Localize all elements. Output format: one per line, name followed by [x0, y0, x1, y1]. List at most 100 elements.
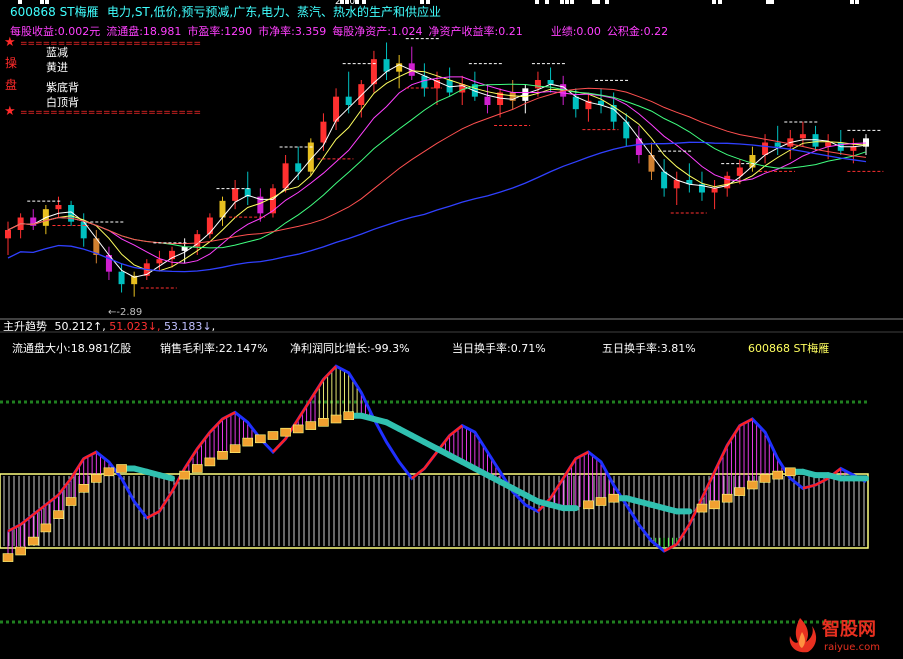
candle-body: [118, 271, 125, 285]
step-block: [343, 411, 354, 421]
candle-body: [421, 75, 428, 89]
step-block: [709, 500, 720, 510]
indicator-lines: [7, 364, 869, 553]
trend-line-red: [208, 418, 224, 434]
star-icon: ★: [4, 104, 16, 119]
info-stock-name: 600868 ST梅雁: [748, 342, 830, 355]
top-marker: [766, 0, 770, 4]
candle-body: [206, 217, 213, 235]
candle-body: [547, 80, 554, 85]
trend-line-red: [83, 450, 97, 460]
trend-line-red: [221, 411, 236, 421]
trend-line-red: [575, 450, 589, 460]
trend-line-red: [309, 378, 325, 400]
step-block: [583, 500, 594, 510]
step-block: [91, 474, 102, 483]
trend-line-red: [713, 444, 729, 473]
top-marker: [855, 0, 859, 4]
candle-body: [673, 180, 680, 189]
fundamental-item: 每股收益:0.002元: [10, 25, 101, 38]
info-profit-growth: 净利润同比增长:-99.3%: [290, 342, 410, 355]
step-block: [747, 480, 758, 490]
indicator-value-2: 51.023: [109, 320, 148, 333]
indicator-value-1: 50.212: [54, 320, 94, 333]
top-marker-row: [18, 0, 859, 4]
step-block: [2, 553, 14, 562]
info-daily-turnover: 当日换手率:0.71%: [452, 342, 546, 355]
step-block: [255, 434, 266, 444]
trend-line-red: [726, 424, 741, 447]
top-marker: [565, 0, 569, 4]
info-float-shares: 流通盘大小:18.981亿股: [12, 342, 132, 355]
fundamental-item: 业绩:0.00: [550, 25, 601, 38]
candle-body: [295, 163, 302, 172]
step-block: [27, 536, 39, 546]
step-block: [53, 510, 64, 520]
top-marker: [570, 0, 574, 4]
top-marker: [40, 0, 44, 4]
top-marker: [535, 0, 539, 4]
candle-body: [320, 121, 327, 143]
candle-body: [711, 188, 718, 193]
indicator-panel: [0, 364, 869, 624]
step-block: [15, 546, 26, 556]
step-block: [721, 493, 733, 503]
step-block: [696, 503, 708, 513]
candle-body: [5, 230, 11, 239]
fundamental-item: 市盈率:1290: [187, 25, 253, 38]
legend-separator-bottom: ========================: [20, 108, 201, 118]
candle-body: [358, 84, 365, 105]
slow-moving-average: [7, 141, 867, 273]
top-marker: [426, 0, 430, 4]
step-block: [217, 450, 228, 460]
step-block: [608, 493, 619, 503]
fundamentals-row: 每股收益:0.002元 流通盘:18.981 市盈率:1290 市净率:3.359 每股…: [10, 25, 674, 38]
watermark-cn: 智股网: [822, 619, 876, 640]
top-marker: [596, 0, 600, 4]
top-marker: [718, 0, 722, 4]
down-arrow-icon: ↓: [202, 320, 212, 333]
step-block: [78, 483, 90, 493]
trend-line-red: [272, 437, 287, 453]
trend-line-red: [739, 417, 754, 427]
band-hatch: [3, 476, 865, 546]
indicator-value-3: 53.183: [163, 320, 203, 333]
step-block: [305, 421, 317, 430]
step-block: [330, 414, 342, 424]
fundamental-item: 每股净资产:1.024: [332, 25, 423, 38]
concept-tags: 电力,ST,低价,预亏预减,广东,电力、蒸汽、热水的生产和供应业: [107, 5, 442, 19]
stock-code-name: 600868 ST梅雁: [10, 5, 99, 19]
star-icon: ★: [4, 35, 16, 50]
watermark-en: raiyue.com: [824, 642, 880, 653]
trend-line-red: [562, 457, 577, 480]
top-marker: [560, 0, 564, 4]
top-marker: [605, 0, 609, 4]
legend-item-blue: 蓝减: [46, 46, 68, 59]
candle-body: [484, 96, 491, 105]
step-block: [103, 467, 115, 477]
trend-line-red: [549, 477, 565, 499]
candles-group: [5, 42, 869, 297]
top-marker: [545, 0, 549, 4]
top-marker: [45, 0, 49, 4]
low-price-annotation: ←-2.89: [108, 307, 143, 318]
step-block: [242, 437, 254, 447]
step-block: [280, 427, 291, 437]
step-block: [116, 464, 127, 473]
trend-line-red: [448, 424, 464, 437]
fundamental-item: 流通盘:18.981: [106, 25, 182, 38]
price-panel: [5, 38, 884, 297]
top-marker: [362, 0, 366, 4]
signal-line-teal: [156, 472, 176, 482]
step-block: [179, 470, 190, 480]
candle-body: [736, 167, 743, 176]
candle-body: [661, 171, 668, 189]
trend-line-red: [196, 431, 211, 450]
top-marker: [18, 0, 22, 4]
indicator-title-row: 主升趋势 50.212↑, 51.023↓, 53.183↓,: [3, 320, 216, 333]
candle-body: [345, 96, 352, 105]
trend-line-red: [322, 365, 337, 381]
top-marker: [850, 0, 854, 4]
step-block: [595, 497, 607, 506]
top-marker: [592, 0, 596, 4]
